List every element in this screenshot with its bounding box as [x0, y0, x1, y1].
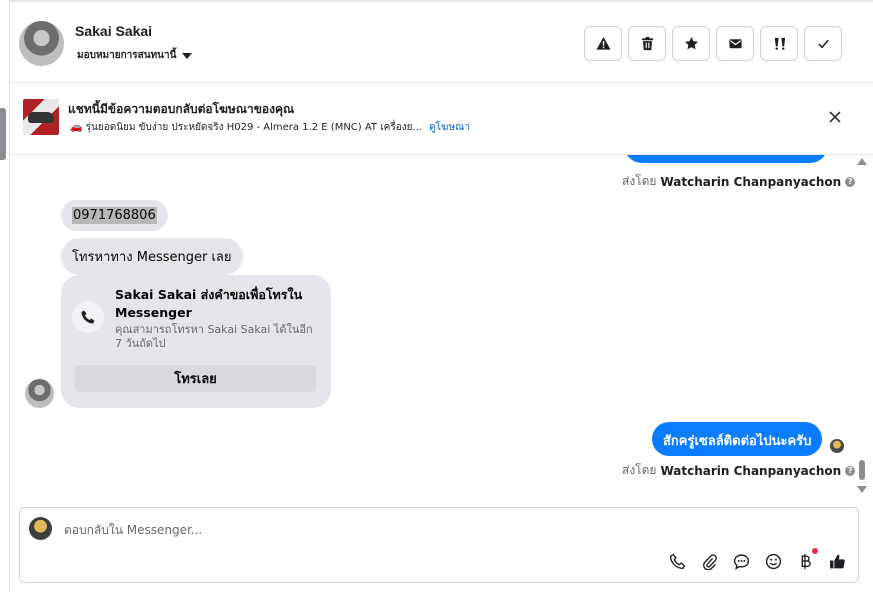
- ad-reply-banner: แชทนี้มีข้อความตอบกลับต่อโฆษณาของคุณ 🚗 ร…: [10, 83, 873, 155]
- contact-name[interactable]: Sakai Sakai: [75, 23, 152, 39]
- sender-name: Watcharin Chanpanyachon: [660, 174, 842, 189]
- car-icon: [28, 112, 54, 123]
- trash-icon: [641, 36, 653, 51]
- sent-by-prefix: ส่งโดย: [622, 174, 657, 188]
- saved-reply-icon[interactable]: [732, 552, 750, 570]
- outgoing-message-bubble-partial[interactable]: [624, 155, 828, 163]
- info-icon[interactable]: ?: [845, 176, 855, 187]
- notification-dot: [812, 548, 818, 554]
- ad-description: 🚗 รุ่นยอดนิยม ขับง่าย ประหยัดจริง H029 -…: [70, 122, 422, 133]
- warning-icon: [595, 36, 611, 50]
- envelope-icon: [728, 39, 742, 49]
- ad-thumbnail[interactable]: [23, 99, 59, 135]
- panel-resize-handle[interactable]: [0, 108, 6, 160]
- call-now-button[interactable]: โทรเลย: [75, 365, 316, 392]
- ad-banner-subtitle: 🚗 รุ่นยอดนิยม ขับง่าย ประหยัดจริง H029 -…: [70, 120, 470, 135]
- page-avatar: [29, 517, 52, 540]
- ad-banner-title: แชทนี้มีข้อความตอบกลับต่อโฆษณาของคุณ: [68, 102, 295, 116]
- message-text: โทรหาทาง Messenger เลย: [72, 250, 232, 265]
- phone-icon: [72, 301, 104, 333]
- assign-conversation-dropdown[interactable]: มอบหมายการสนทนานี้: [77, 48, 193, 63]
- phone-number-text[interactable]: 0971768806: [72, 207, 157, 224]
- scrollbar-thumb[interactable]: [859, 460, 865, 480]
- message-composer: [19, 507, 859, 583]
- scroll-down-arrow-icon[interactable]: [857, 486, 867, 493]
- conversation-header: Sakai Sakai มอบหมายการสนทนานี้: [10, 0, 873, 83]
- messenger-conversation: Sakai Sakai มอบหมายการสนทนานี้ แชทนี้มีข…: [0, 0, 873, 592]
- delete-button[interactable]: [628, 26, 666, 61]
- star-button[interactable]: [672, 26, 710, 61]
- message-thread[interactable]: ส่งโดย Watcharin Chanpanyachon ? 0971768…: [10, 155, 855, 498]
- left-panel-edge: [0, 0, 10, 592]
- phone-icon[interactable]: [668, 552, 686, 570]
- composer-tools: [668, 548, 846, 570]
- close-ad-banner-button[interactable]: [827, 109, 843, 125]
- info-icon[interactable]: ?: [845, 465, 855, 476]
- follow-up-icon: [774, 37, 785, 50]
- reply-input[interactable]: [64, 520, 764, 540]
- incoming-message-bubble[interactable]: โทรหาทาง Messenger เลย: [61, 238, 243, 275]
- call-request-description: คุณสามารถโทรหา Sakai Sakai ได้ในอีก 7 วั…: [115, 323, 313, 350]
- call-request-card: Sakai Sakai ส่งคำขอเพื่อโทรใน Messenger …: [61, 275, 331, 408]
- assign-label: มอบหมายการสนทนานี้: [77, 50, 177, 61]
- view-ad-link[interactable]: ดูโฆษณา: [429, 122, 470, 133]
- check-icon: [817, 39, 829, 49]
- sent-by-prefix: ส่งโดย: [622, 463, 657, 477]
- sender-name: Watcharin Chanpanyachon: [660, 463, 842, 478]
- message-scrollbar[interactable]: [856, 155, 868, 498]
- mark-unread-button[interactable]: [716, 26, 754, 61]
- read-receipt-avatar: [830, 439, 844, 453]
- contact-avatar-small: [25, 379, 54, 408]
- close-icon: [829, 111, 841, 123]
- paperclip-icon[interactable]: [700, 552, 718, 570]
- call-request-title: Sakai Sakai ส่งคำขอเพื่อโทรใน Messenger: [115, 287, 303, 320]
- baht-icon[interactable]: [796, 548, 818, 570]
- sent-by-label: ส่งโดย Watcharin Chanpanyachon ?: [622, 461, 855, 480]
- caret-down-icon: [182, 52, 193, 59]
- mark-done-button[interactable]: [804, 26, 842, 61]
- thumbs-up-icon[interactable]: [828, 552, 846, 570]
- sent-by-label: ส่งโดย Watcharin Chanpanyachon ?: [622, 172, 855, 191]
- emoji-icon[interactable]: [764, 552, 782, 570]
- scroll-up-arrow-icon[interactable]: [857, 158, 867, 165]
- star-icon: [684, 36, 698, 50]
- contact-avatar[interactable]: [19, 21, 64, 66]
- incoming-message-bubble[interactable]: 0971768806: [61, 200, 168, 231]
- header-actions: [584, 26, 842, 61]
- report-spam-button[interactable]: [584, 26, 622, 61]
- follow-up-button[interactable]: [760, 26, 798, 61]
- outgoing-message-bubble[interactable]: สักครู่เซลล์ติดต่อไปนะครับ: [652, 422, 823, 456]
